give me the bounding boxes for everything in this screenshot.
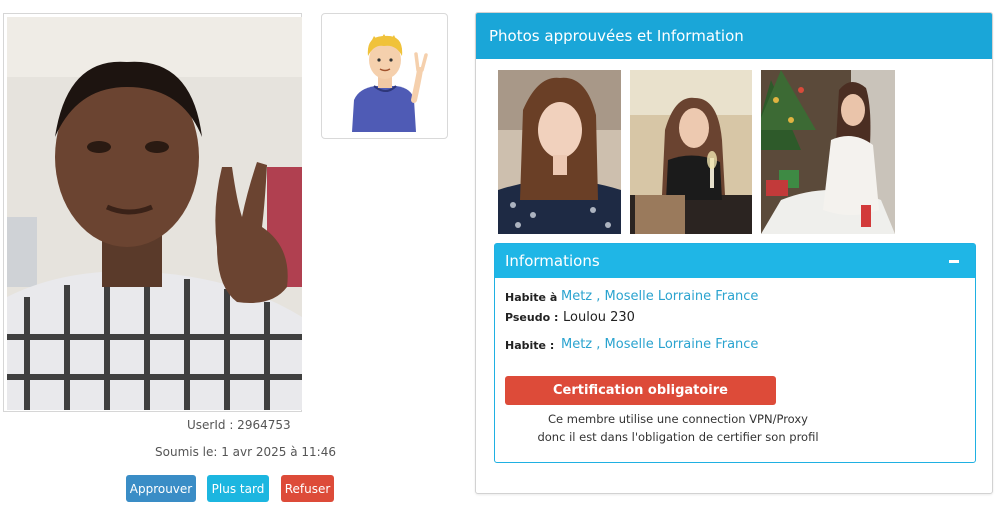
pseudo-label: Pseudo : bbox=[505, 311, 559, 324]
approve-button[interactable]: Approuver bbox=[126, 475, 196, 502]
information-header: Informations bbox=[495, 244, 975, 278]
panel-title: Photos approuvées et Information bbox=[476, 13, 992, 59]
information-title: Informations bbox=[505, 252, 600, 270]
approved-photo-2[interactable] bbox=[630, 70, 752, 234]
lives-in-label: Habite à bbox=[505, 291, 558, 304]
peace-sign-pose-illustration bbox=[352, 34, 428, 132]
lives-label: Habite : bbox=[505, 339, 555, 352]
certification-required-button[interactable]: Certification obligatoire bbox=[505, 376, 776, 405]
approved-photo-1[interactable] bbox=[498, 70, 621, 234]
information-box: Informations Habite à Metz , Moselle Lor… bbox=[494, 243, 976, 463]
certification-note-line-1: Ce membre utilise une connection VPN/Pro… bbox=[548, 412, 808, 426]
pose-reference-frame bbox=[321, 13, 448, 139]
approved-photos-panel: Photos approuvées et Information Informa… bbox=[475, 12, 993, 494]
user-id-text: UserId : 2964753 bbox=[187, 418, 291, 432]
refuse-button[interactable]: Refuser bbox=[281, 475, 334, 502]
collapse-minus-icon[interactable] bbox=[947, 244, 963, 278]
lives-in-value[interactable]: Metz , Moselle Lorraine France bbox=[561, 289, 758, 304]
submitted-date-text: Soumis le: 1 avr 2025 à 11:46 bbox=[155, 445, 336, 459]
certification-note: Ce membre utilise une connection VPN/Pro… bbox=[505, 410, 851, 446]
lives-value[interactable]: Metz , Moselle Lorraine France bbox=[561, 337, 758, 352]
verification-selfie-frame bbox=[3, 13, 302, 412]
approved-photo-3[interactable] bbox=[761, 70, 895, 234]
later-button[interactable]: Plus tard bbox=[207, 475, 269, 502]
pseudo-value: Loulou 230 bbox=[563, 310, 635, 325]
verification-selfie-photo[interactable] bbox=[7, 17, 302, 410]
certification-note-line-2: donc il est dans l'obligation de certifi… bbox=[537, 430, 819, 444]
